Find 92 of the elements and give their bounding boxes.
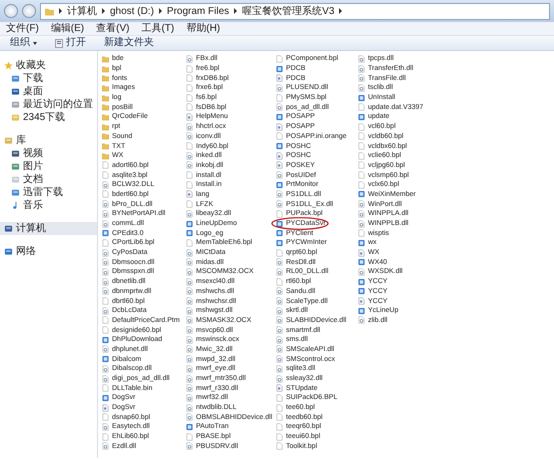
file-icon	[358, 229, 365, 238]
gear-document-icon	[186, 442, 193, 450]
app-icon	[102, 355, 109, 364]
app-icon	[358, 306, 365, 315]
settings-document-icon	[276, 74, 283, 82]
gear-document-icon	[276, 287, 283, 296]
menu-item[interactable]: 查看(V)	[96, 22, 130, 34]
app-icon	[358, 238, 365, 247]
app-icon	[358, 190, 365, 198]
sidebar-item[interactable]: 收藏夹	[0, 59, 97, 72]
sidebar-item[interactable]: 音乐	[0, 199, 97, 212]
app-icon	[186, 422, 193, 431]
back-button[interactable]	[4, 4, 18, 18]
address-bar[interactable]: 计算机 ghost (D:) Program Files 喔宝餐饮管理系统V3	[40, 2, 550, 20]
new-folder-button[interactable]: 新建文件夹	[102, 37, 156, 49]
app-icon	[102, 394, 109, 402]
file-icon	[276, 132, 283, 140]
breadcrumb[interactable]: Program Files	[166, 6, 230, 16]
gear-document-icon	[102, 374, 109, 383]
settings-document-icon	[358, 297, 365, 306]
sidebar-item[interactable]: 最近访问的位置	[0, 98, 97, 111]
app-icon	[276, 64, 283, 73]
gear-document-icon	[276, 84, 283, 92]
gear-document-icon	[276, 374, 283, 383]
gear-document-icon	[276, 103, 283, 112]
menu-item[interactable]: 文件(F)	[6, 22, 39, 34]
gear-document-icon	[358, 316, 365, 324]
sidebar-item[interactable]: 桌面	[0, 85, 97, 98]
file-icon	[102, 190, 109, 198]
sidebar-item[interactable]: 迅雷下载	[0, 186, 97, 199]
star-icon	[4, 61, 13, 70]
file-icon	[102, 238, 109, 247]
open-button[interactable]: 打开	[53, 37, 88, 49]
settings-document-icon	[102, 404, 109, 412]
forward-button[interactable]	[22, 4, 36, 18]
gear-document-icon	[358, 54, 365, 63]
gear-document-icon	[276, 190, 283, 198]
file-icon	[186, 432, 193, 441]
menu-item[interactable]: 编辑(E)	[50, 22, 84, 34]
organize-button[interactable]: 组织	[8, 37, 39, 49]
gear-document-icon	[186, 54, 193, 63]
settings-document-icon	[276, 122, 283, 131]
gear-document-icon	[276, 200, 283, 208]
menu-item[interactable]: 工具(T)	[141, 22, 174, 34]
sidebar-item[interactable]: 计算机	[0, 222, 97, 235]
sidebar-item[interactable]: 2345下载	[0, 111, 97, 124]
file-icon	[276, 210, 283, 218]
gear-document-icon	[102, 442, 109, 450]
sidebar-item[interactable]: 库	[0, 134, 97, 147]
app-icon	[276, 112, 283, 121]
file-icon	[358, 103, 365, 112]
breadcrumb[interactable]: 喔宝餐饮管理系统V3	[242, 4, 334, 18]
gear-document-icon	[102, 422, 109, 431]
file-icon	[186, 142, 193, 150]
settings-document-icon	[186, 112, 193, 121]
gear-document-icon	[102, 306, 109, 315]
file-icon	[102, 384, 109, 392]
sidebar-item[interactable]: 图片	[0, 160, 97, 173]
app-icon	[276, 180, 283, 189]
gear-document-icon	[102, 180, 109, 189]
file-icon	[102, 432, 109, 441]
settings-document-icon	[358, 248, 365, 257]
gear-document-icon	[276, 171, 283, 180]
app-icon	[276, 142, 283, 150]
settings-document-icon	[186, 190, 193, 198]
sidebar-item[interactable]: 网络	[0, 245, 97, 258]
file-icon	[276, 94, 283, 102]
gear-document-icon	[102, 364, 109, 373]
file-icon	[186, 238, 193, 247]
breadcrumb[interactable]: ghost (D:)	[110, 6, 154, 16]
breadcrumb[interactable]: 计算机	[67, 4, 97, 18]
app-icon	[102, 229, 109, 238]
gear-document-icon	[358, 220, 365, 228]
file-icon	[102, 297, 109, 306]
file-icon	[186, 200, 193, 208]
file-icon	[276, 54, 283, 63]
gear-document-icon	[358, 268, 365, 276]
sidebar-item[interactable]: 视频	[0, 147, 97, 160]
app-icon	[358, 94, 365, 102]
app-icon	[102, 336, 109, 344]
sidebar-item[interactable]: 文档	[0, 173, 97, 186]
settings-document-icon	[276, 384, 283, 392]
file-icon	[276, 248, 283, 257]
gear-document-icon	[186, 210, 193, 218]
gear-document-icon	[102, 220, 109, 228]
file-icon	[102, 413, 109, 422]
sidebar-item[interactable]: 下载	[0, 72, 97, 85]
app-icon	[358, 258, 365, 266]
gear-document-icon	[102, 345, 109, 354]
app-icon	[358, 112, 365, 121]
file-icon	[276, 278, 283, 286]
menu-item[interactable]: 帮助(H)	[186, 22, 220, 34]
